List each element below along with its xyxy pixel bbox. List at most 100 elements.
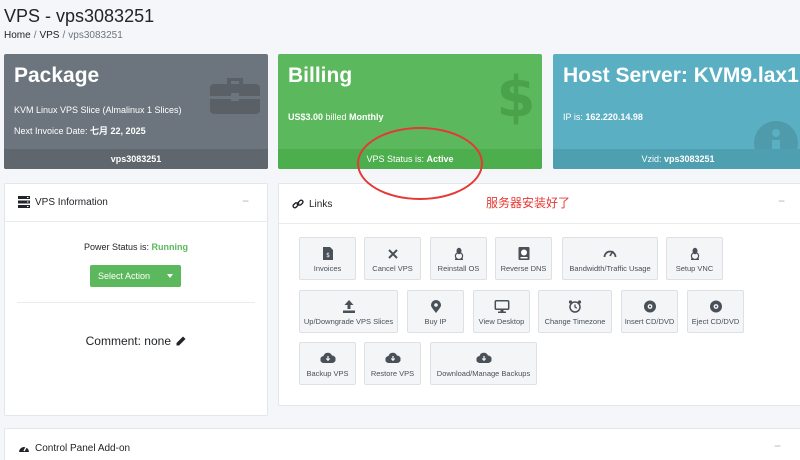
collapse-button[interactable]: − [778, 194, 785, 208]
annotation-ellipse [357, 127, 483, 200]
vps-information-header: VPS Information − [5, 184, 267, 222]
caret-down-icon [167, 274, 173, 278]
vps-information-panel: VPS Information − Power Status is: Runni… [4, 183, 268, 416]
collapse-button[interactable]: − [242, 194, 249, 208]
breadcrumb-vps[interactable]: VPS [39, 30, 59, 41]
billing-amount: US$3.00 [288, 112, 324, 122]
linux-icon [690, 247, 699, 260]
host-server-title: Host Server: KVM9.lax1 [563, 64, 799, 87]
dns-icon [518, 247, 529, 260]
tile-label: Invoices [313, 264, 342, 273]
upload-icon [342, 300, 355, 313]
server-icon [18, 196, 30, 208]
tile-label: Buy IP [424, 317, 447, 326]
dollar-icon: $ [500, 66, 532, 126]
power-status-label: Power Status is: [83, 242, 152, 252]
tile-label: Cancel VPS [372, 264, 413, 273]
reverse-dns-button[interactable]: Reverse DNS [495, 237, 552, 280]
collapse-button[interactable]: − [774, 439, 781, 453]
gauge-icon [603, 250, 617, 258]
breadcrumb-home[interactable]: Home [4, 30, 31, 41]
cloud-download-icon [476, 352, 491, 363]
cancel-vps-button[interactable]: Cancel VPS [364, 237, 421, 280]
select-action-label: Select Action [98, 271, 151, 281]
svg-text:$: $ [326, 252, 330, 259]
power-status: Power Status is: Running [5, 242, 267, 252]
vps-information-title: VPS Information [35, 197, 108, 208]
tile-label: Download/Manage Backups [436, 369, 531, 378]
billing-billed-text: billed [323, 112, 350, 122]
invoice-icon: $ [322, 247, 333, 260]
tile-label: Restore VPS [370, 369, 415, 378]
view-desktop-button[interactable]: View Desktop [473, 290, 530, 333]
tile-label: Reinstall OS [437, 264, 480, 273]
breadcrumb-separator: / [33, 30, 37, 41]
reinstall-os-button[interactable]: Reinstall OS [430, 237, 487, 280]
host-server-card: Host Server: KVM9.lax1 IP is: 162.220.14… [553, 54, 800, 169]
insert-cd-dvd-button[interactable]: Insert CD/DVD [621, 290, 678, 333]
billing-period: Monthly [349, 112, 384, 122]
tile-label: View Desktop [478, 317, 525, 326]
host-vzid-label: Vzid: [641, 154, 664, 164]
cloud-download-icon [385, 352, 400, 363]
host-vzid: Vzid: vps3083251 [553, 149, 800, 169]
eject-cd-dvd-button[interactable]: Eject CD/DVD [687, 290, 744, 333]
briefcase-icon [210, 78, 260, 114]
restore-vps-button[interactable]: Restore VPS [364, 342, 421, 385]
annotation-text: 服务器安装好了 [486, 196, 571, 210]
comment-text: Comment: none [85, 334, 172, 348]
host-ip-value: 162.220.14.98 [585, 112, 643, 122]
tile-label: Eject CD/DVD [691, 317, 740, 326]
up-downgrade-vps-slices-button[interactable]: Up/Downgrade VPS Slices [299, 290, 398, 333]
bandwidth-traffic-usage-button[interactable]: Bandwidth/Traffic Usage [562, 237, 658, 280]
host-ip-label: IP is: [563, 112, 586, 122]
alarm-clock-icon [568, 300, 582, 313]
links-panel: Links − $ Invoices Cancel VPS Reinstall … [278, 183, 800, 406]
desktop-icon [494, 300, 509, 313]
map-marker-icon [430, 300, 441, 313]
divider [17, 302, 255, 303]
close-icon [387, 249, 398, 259]
next-invoice-date: 七月 22, 2025 [90, 126, 146, 136]
cloud-download-icon [320, 352, 335, 363]
power-status-value: Running [151, 242, 189, 252]
pencil-icon[interactable] [176, 336, 186, 346]
comment: Comment: none [5, 334, 267, 348]
link-icon [292, 199, 304, 209]
breadcrumb: Home / VPS / vps3083251 [4, 30, 123, 41]
breadcrumb-current: vps3083251 [68, 30, 123, 41]
tile-label: Up/Downgrade VPS Slices [303, 317, 394, 326]
disc-icon [709, 300, 722, 313]
package-card: Package KVM Linux VPS Slice (Almalinux 1… [4, 54, 268, 169]
tile-label: Bandwidth/Traffic Usage [569, 264, 651, 273]
select-action-button[interactable]: Select Action [90, 265, 181, 287]
disc-icon [643, 300, 656, 313]
setup-vnc-button[interactable]: Setup VNC [666, 237, 723, 280]
control-panel-addon-title: Control Panel Add-on [35, 443, 131, 454]
svg-text:$: $ [500, 66, 532, 126]
control-panel-addon-panel: Control Panel Add-on − [4, 428, 800, 460]
host-vzid-value: vps3083251 [663, 154, 715, 164]
billing-title: Billing [288, 64, 353, 87]
package-footer[interactable]: vps3083251 [4, 149, 268, 169]
tile-label: Insert CD/DVD [624, 317, 675, 326]
billing-amount-line: US$3.00 billed Monthly [288, 112, 384, 122]
backup-vps-button[interactable]: Backup VPS [299, 342, 356, 385]
host-ip: IP is: 162.220.14.98 [563, 112, 643, 122]
next-invoice-label: Next Invoice Date: [14, 126, 91, 136]
dashboard-gauge-icon [19, 446, 29, 452]
page-title: VPS - vps3083251 [4, 6, 155, 26]
invoices-button[interactable]: $ Invoices [299, 237, 356, 280]
linux-icon [454, 247, 463, 260]
download-manage-backups-button[interactable]: Download/Manage Backups [430, 342, 537, 385]
package-description: KVM Linux VPS Slice (Almalinux 1 Slices) [14, 105, 182, 115]
tile-label: Reverse DNS [500, 264, 547, 273]
tile-label: Change Timezone [544, 317, 606, 326]
next-invoice: Next Invoice Date: 七月 22, 2025 [14, 124, 146, 137]
change-timezone-button[interactable]: Change Timezone [538, 290, 612, 333]
links-title: Links [309, 199, 333, 210]
breadcrumb-separator: / [62, 30, 66, 41]
buy-ip-button[interactable]: Buy IP [407, 290, 464, 333]
tile-label: Setup VNC [675, 264, 714, 273]
tile-label: Backup VPS [306, 369, 349, 378]
